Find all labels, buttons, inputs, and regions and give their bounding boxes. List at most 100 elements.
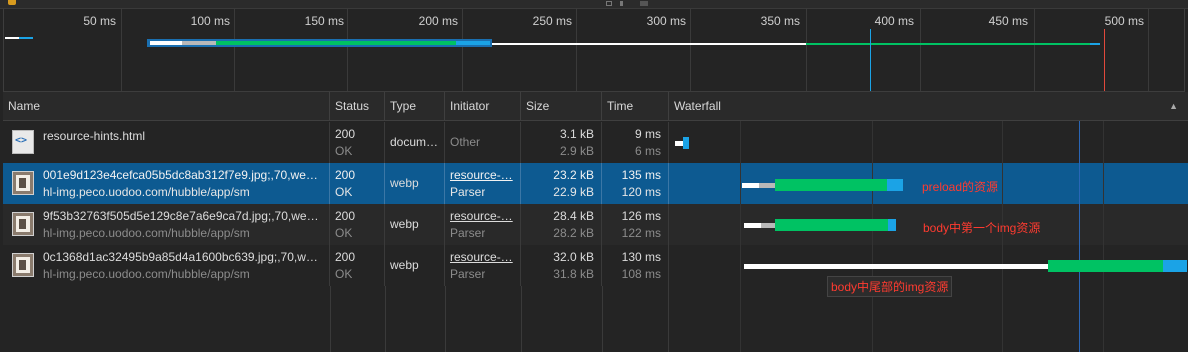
top-toolbar-strip xyxy=(0,0,1188,9)
request-domain: hl-img.peco.uodoo.com/hubble/app/sm xyxy=(43,185,250,199)
overview-request-bar xyxy=(19,37,33,39)
initiator-type: Parser xyxy=(450,185,486,199)
column-divider xyxy=(668,286,669,352)
initiator-link[interactable]: resource-… xyxy=(450,209,513,223)
table-row[interactable]: resource-hints.html 200 OK docum… Other … xyxy=(3,122,1188,163)
request-type: webp xyxy=(390,176,419,190)
latency-time: 122 ms xyxy=(621,226,661,240)
name-cell[interactable]: 0c1368d1ac32495b9a85d4a1600bc639.jpg;,70… xyxy=(3,245,330,286)
overview-request-bar xyxy=(1090,43,1100,45)
column-divider xyxy=(602,286,603,352)
latency-time: 120 ms xyxy=(621,185,661,199)
overview-request-bar xyxy=(150,41,182,45)
latency-time: 108 ms xyxy=(621,267,661,281)
overview-request-bar xyxy=(806,43,1090,45)
request-type: docum… xyxy=(390,135,439,149)
type-cell: docum… xyxy=(385,122,445,163)
status-cell: 200 OK xyxy=(330,245,385,286)
overview-gridline xyxy=(806,9,807,91)
column-header-name[interactable]: Name xyxy=(3,92,330,121)
name-cell[interactable]: 001e9d123e4cefca05b5dc8ab312f7e9.jpg;,70… xyxy=(3,163,330,204)
checkbox-icon[interactable] xyxy=(606,1,612,6)
request-domain: hl-img.peco.uodoo.com/hubble/app/sm xyxy=(43,267,250,281)
overview-tick-label: 150 ms xyxy=(304,14,344,28)
overview-tick-label: 300 ms xyxy=(646,14,686,28)
initiator: Other xyxy=(450,135,481,149)
total-time: 9 ms xyxy=(634,127,661,141)
transfer-size: 32.0 kB xyxy=(553,250,594,264)
overview-gridline xyxy=(1034,9,1035,91)
table-row-selected[interactable]: 001e9d123e4cefca05b5dc8ab312f7e9.jpg;,70… xyxy=(3,163,1188,204)
initiator-link[interactable]: resource-… xyxy=(450,168,513,182)
column-header-type[interactable]: Type xyxy=(385,92,445,121)
resource-size: 22.9 kB xyxy=(553,185,594,199)
overview-tick-label: 200 ms xyxy=(418,14,458,28)
table-row[interactable]: 0c1368d1ac32495b9a85d4a1600bc639.jpg;,70… xyxy=(3,245,1188,286)
overview-tick-label: 450 ms xyxy=(988,14,1028,28)
request-name[interactable]: 9f53b32763f505d5e129c8e7a6e9ca7d.jpg;,70… xyxy=(43,209,325,223)
type-cell: webp xyxy=(385,163,445,204)
separator-icon xyxy=(620,1,623,6)
overview-request-bar xyxy=(182,41,216,45)
overview-request-bar xyxy=(216,41,456,45)
empty-table-area xyxy=(3,286,669,352)
overview-tick-label: 500 ms xyxy=(1104,14,1144,28)
resource-size: 31.8 kB xyxy=(553,267,594,281)
status-code: 200 xyxy=(335,250,356,264)
request-name[interactable]: 0c1368d1ac32495b9a85d4a1600bc639.jpg;,70… xyxy=(43,250,325,264)
column-header-initiator[interactable]: Initiator xyxy=(445,92,521,121)
waterfall-header-label: Waterfall xyxy=(674,99,721,113)
column-header-time[interactable]: Time xyxy=(602,92,669,121)
status-code: 200 xyxy=(335,168,356,182)
time-cell: 135 ms 120 ms xyxy=(602,163,669,204)
request-name[interactable]: resource-hints.html xyxy=(43,129,325,143)
load-event-marker xyxy=(1104,29,1105,91)
table-row[interactable]: 9f53b32763f505d5e129c8e7a6e9ca7d.jpg;,70… xyxy=(3,204,1188,245)
overview-gridline xyxy=(347,9,348,91)
total-time: 135 ms xyxy=(621,168,661,182)
dom-content-loaded-marker xyxy=(870,29,871,91)
size-cell: 3.1 kB 2.9 kB xyxy=(521,122,602,163)
initiator-type: Parser xyxy=(450,226,486,240)
transfer-size: 28.4 kB xyxy=(553,209,594,223)
size-cell: 23.2 kB 22.9 kB xyxy=(521,163,602,204)
request-name[interactable]: 001e9d123e4cefca05b5dc8ab312f7e9.jpg;,70… xyxy=(43,168,325,182)
column-header-waterfall[interactable]: Waterfall xyxy=(669,92,1188,121)
time-cell: 126 ms 122 ms xyxy=(602,204,669,245)
image-thumbnail-icon xyxy=(12,253,34,277)
latency-time: 6 ms xyxy=(634,144,661,158)
image-thumbnail-icon xyxy=(12,212,34,236)
overview-timeline[interactable]: 50 ms 100 ms 150 ms 200 ms 250 ms 300 ms… xyxy=(3,9,1185,92)
sort-ascending-icon[interactable]: ▲ xyxy=(1169,92,1178,121)
request-type: webp xyxy=(390,217,419,231)
transfer-size: 23.2 kB xyxy=(553,168,594,182)
status-cell: 200 OK xyxy=(330,204,385,245)
warning-icon[interactable] xyxy=(8,0,16,5)
name-cell[interactable]: 9f53b32763f505d5e129c8e7a6e9ca7d.jpg;,70… xyxy=(3,204,330,245)
overview-tick-label: 100 ms xyxy=(190,14,230,28)
status-code: 200 xyxy=(335,127,356,141)
size-cell: 32.0 kB 31.8 kB xyxy=(521,245,602,286)
overview-request-bar xyxy=(492,43,806,45)
column-header-status[interactable]: Status xyxy=(330,92,385,121)
initiator-link[interactable]: resource-… xyxy=(450,250,513,264)
column-divider xyxy=(330,286,331,352)
type-cell: webp xyxy=(385,245,445,286)
transfer-size: 3.1 kB xyxy=(559,127,594,141)
overview-gridline xyxy=(121,9,122,91)
resource-size: 28.2 kB xyxy=(553,226,594,240)
time-cell: 9 ms 6 ms xyxy=(602,122,669,163)
name-cell[interactable]: resource-hints.html xyxy=(3,122,330,163)
column-header-size[interactable]: Size xyxy=(521,92,602,121)
toolbar-icon[interactable] xyxy=(640,1,648,6)
initiator-cell: resource-… Parser xyxy=(445,204,521,245)
overview-gridline xyxy=(234,9,235,91)
overview-tick-label: 250 ms xyxy=(532,14,572,28)
initiator-cell: resource-… Parser xyxy=(445,163,521,204)
overview-gridline xyxy=(1148,9,1149,91)
total-time: 130 ms xyxy=(621,250,661,264)
time-cell: 130 ms 108 ms xyxy=(602,245,669,286)
request-type: webp xyxy=(390,258,419,272)
initiator-cell: resource-… Parser xyxy=(445,245,521,286)
status-text: OK xyxy=(335,226,353,240)
